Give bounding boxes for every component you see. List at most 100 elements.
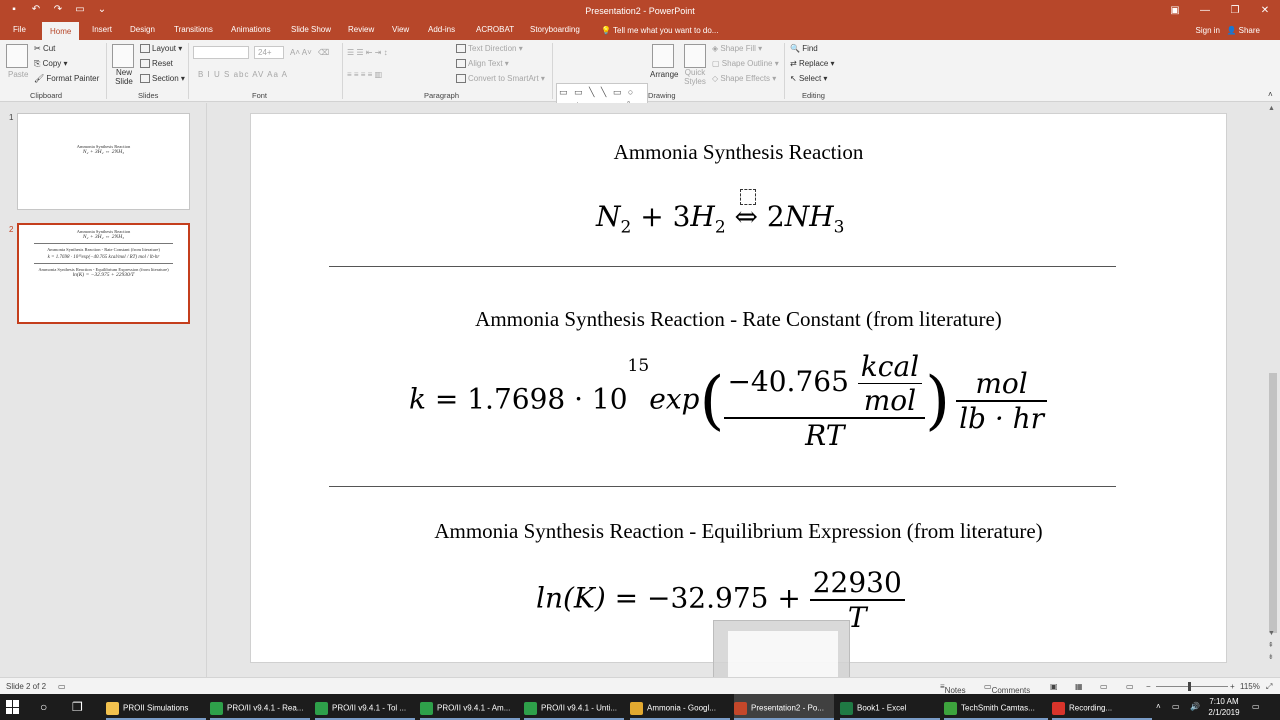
tab-transitions[interactable]: Transitions (174, 25, 213, 34)
scroll-up-icon[interactable]: ▲ (1268, 105, 1275, 112)
convert-smartart-button[interactable]: Convert to SmartArt ▾ (456, 74, 545, 84)
tab-home[interactable]: Home (42, 22, 80, 40)
smartart-icon (456, 74, 466, 84)
tab-review[interactable]: Review (348, 25, 374, 34)
equation-ammonia-synthesis[interactable]: N2 + 3H2 ⇔ 2NH3 (596, 200, 844, 238)
collapse-ribbon-icon[interactable]: ˄ (1268, 90, 1273, 99)
cut-button[interactable]: ✂ Cut (34, 44, 55, 53)
normal-view-icon[interactable]: ▣ (1050, 682, 1058, 691)
select-button[interactable]: ↖ Select ▾ (790, 74, 827, 83)
comments-button[interactable]: ▭ Comments (984, 682, 1030, 695)
arrange-icon[interactable] (652, 44, 674, 68)
tab-acrobat[interactable]: ACROBAT (476, 25, 514, 34)
reading-view-icon[interactable]: ▭ (1100, 682, 1108, 691)
close-button[interactable]: ✕ (1250, 0, 1280, 22)
arrange-button[interactable]: Arrange (650, 70, 678, 79)
tab-view[interactable]: View (392, 25, 409, 34)
tell-me-search[interactable]: 💡 Tell me what you want to do... (601, 26, 718, 35)
next-slide-icon[interactable]: ⇟ (1268, 653, 1274, 661)
taskbar-button[interactable]: Ammonia - Googl... (630, 694, 730, 720)
zoom-out-icon[interactable]: − (1146, 682, 1151, 691)
find-button[interactable]: 🔍 Find (790, 44, 818, 53)
zoom-slider-knob[interactable] (1188, 682, 1191, 691)
fit-to-window-icon[interactable]: ⤢ (1266, 682, 1272, 692)
taskbar-button[interactable]: PRO/II v9.4.1 - Tol ... (315, 694, 415, 720)
font-size-box[interactable]: 24+ (254, 46, 284, 59)
replace-button[interactable]: ⇄ Replace ▾ (790, 59, 835, 68)
slide-thumbnail-1[interactable]: Ammonia Synthesis Reaction N₂ + 3H₂ ⇔ 2N… (17, 113, 190, 210)
slideshow-icon[interactable]: ▭ (1126, 682, 1134, 691)
section-button[interactable]: Section ▾ (140, 74, 185, 84)
app-icon (420, 702, 433, 715)
task-view-icon[interactable]: ❐ (72, 700, 83, 714)
tab-slide-show[interactable]: Slide Show (291, 25, 331, 34)
taskbar-button[interactable]: Recording... (1052, 694, 1152, 720)
new-slide-icon[interactable] (112, 44, 134, 68)
sign-in-link[interactable]: Sign in (1196, 26, 1220, 35)
clipboard-group-label: Clipboard (30, 91, 63, 100)
slide-title-3[interactable]: Ammonia Synthesis Reaction - Equilibrium… (251, 519, 1226, 544)
grow-font-icon[interactable]: A˄ A˅ (290, 48, 312, 57)
tab-add-ins[interactable]: Add-ins (428, 25, 455, 34)
quick-styles-button[interactable]: Quick Styles (682, 68, 708, 86)
share-button[interactable]: 👤 Share (1226, 26, 1260, 35)
tab-design[interactable]: Design (130, 25, 155, 34)
scroll-down-icon[interactable]: ▼ (1268, 630, 1275, 637)
bullets-icon[interactable]: ☰ ☰ ⇤ ⇥ ↕ (347, 48, 388, 57)
network-icon[interactable]: ▭ (1172, 702, 1180, 711)
tab-insert[interactable]: Insert (92, 25, 112, 34)
windows-start-icon[interactable] (6, 700, 20, 714)
slide-thumbnail-2[interactable]: Ammonia Synthesis Reaction N₂ + 3H₂ ⇔ 2N… (17, 223, 190, 324)
clock[interactable]: 7:10 AM 2/1/2019 (1205, 696, 1243, 718)
tab-storyboarding[interactable]: Storyboarding (530, 25, 580, 34)
text-direction-button[interactable]: Text Direction ▾ (456, 44, 523, 54)
clear-formatting-icon[interactable]: ⌫ (318, 48, 329, 57)
zoom-slider[interactable] (1156, 686, 1228, 687)
shape-fill-button[interactable]: ◈ Shape Fill ▾ (712, 44, 762, 53)
copy-button[interactable]: ⎘ Copy ▾ (34, 59, 68, 69)
equation-rate-constant[interactable]: k = 1.7698 · 1015exp(−40.765 kcal mol RT) m… (409, 350, 1048, 452)
shape-outline-button[interactable]: ▢ Shape Outline ▾ (712, 59, 779, 68)
paste-button[interactable]: Paste (8, 70, 28, 79)
font-name-box[interactable] (193, 46, 249, 59)
spellcheck-icon[interactable]: ▭ (58, 682, 66, 691)
align-icons[interactable]: ≡ ≡ ≡ ≡ ▥ (347, 70, 382, 79)
taskbar-button[interactable]: PRO/II v9.4.1 - Rea... (210, 694, 310, 720)
previous-slide-icon[interactable]: ⇞ (1268, 641, 1274, 649)
taskbar-button[interactable]: TechSmith Camtas... (944, 694, 1048, 720)
taskbar-button[interactable]: Book1 - Excel (840, 694, 940, 720)
reset-icon (140, 59, 150, 69)
minimize-button[interactable]: — (1190, 0, 1220, 22)
notes-button[interactable]: ≡ Notes (940, 682, 966, 695)
taskbar-button[interactable]: PRO/II v9.4.1 - Unti... (524, 694, 624, 720)
taskbar-button[interactable]: Presentation2 - Po... (734, 694, 834, 720)
action-center-icon[interactable]: ▭ (1252, 702, 1260, 711)
volume-icon[interactable]: 🔊 (1190, 702, 1200, 711)
slide-title-2[interactable]: Ammonia Synthesis Reaction - Rate Consta… (251, 307, 1226, 332)
restore-button[interactable]: ❐ (1220, 0, 1250, 22)
taskbar-button[interactable]: PRO/II v9.4.1 - Am... (420, 694, 520, 720)
quick-styles-icon[interactable] (684, 44, 706, 68)
layout-button[interactable]: Layout ▾ (140, 44, 182, 54)
tab-file[interactable]: File (13, 25, 26, 34)
font-format-buttons[interactable]: B I U S abc AV Aa A (198, 70, 288, 79)
tab-animations[interactable]: Animations (231, 25, 271, 34)
new-slide-button[interactable]: New Slide (112, 68, 136, 86)
zoom-in-icon[interactable]: + (1230, 682, 1235, 691)
reset-button[interactable]: Reset (140, 59, 173, 69)
paste-icon[interactable] (6, 44, 28, 68)
align-text-button[interactable]: Align Text ▾ (456, 59, 509, 69)
vertical-scrollbar[interactable]: ▲ ▼ ⇞ ⇟ (1266, 103, 1280, 677)
search-icon[interactable]: ○ (40, 700, 47, 714)
slide-title-1[interactable]: Ammonia Synthesis Reaction (251, 140, 1226, 165)
scroll-thumb[interactable] (1269, 373, 1277, 633)
slide-canvas[interactable]: Ammonia Synthesis Reaction N2 + 3H2 ⇔ 2N… (250, 113, 1227, 663)
slide-sorter-icon[interactable]: ▦ (1075, 682, 1083, 691)
format-painter-button[interactable]: 🖌 Format Painter (34, 74, 99, 83)
shape-effects-button[interactable]: ◇ Shape Effects ▾ (712, 74, 776, 83)
tray-chevron-icon[interactable]: ˄ (1156, 702, 1161, 711)
taskbar-button[interactable]: PROII Simulations (106, 694, 206, 720)
eq-h: H (690, 200, 715, 233)
zoom-level[interactable]: 115% (1240, 682, 1260, 691)
ribbon-display-icon[interactable]: ▣ (1160, 0, 1190, 22)
